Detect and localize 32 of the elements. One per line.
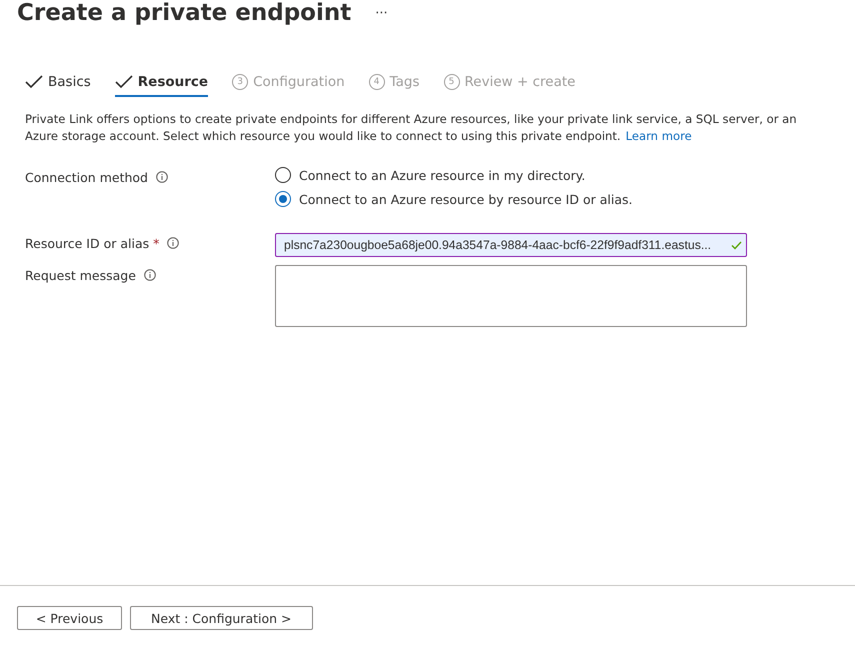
radio-label: Connect to an Azure resource in my directory. [299, 168, 586, 182]
more-options[interactable]: ··· [375, 6, 388, 20]
radio-label: Connect to an Azure resource by resource ID or alias. [299, 192, 632, 206]
wizard-tab[interactable]: Resource [114, 74, 208, 97]
tab-label: Basics [48, 74, 91, 90]
tab-label: Tags [390, 74, 420, 90]
page-title: Create a private endpoint [17, 0, 352, 26]
learn-more-link[interactable]: Learn more [626, 129, 692, 143]
step-number: 5 [444, 74, 460, 90]
field-label: Request message [25, 268, 136, 282]
tab-label: Resource [138, 74, 208, 90]
info-icon [156, 171, 168, 183]
step-number: 3 [232, 74, 248, 90]
wizard-tab[interactable]: Basics [25, 74, 91, 97]
checkmark-icon [114, 75, 133, 89]
info-icon [144, 269, 156, 281]
info-icon [167, 237, 180, 249]
checkmark-icon [25, 75, 43, 89]
field-label: Resource ID or alias [25, 236, 150, 250]
radio-button[interactable] [275, 191, 291, 207]
request-message-field[interactable] [275, 265, 747, 327]
field-label: Connection method [25, 170, 148, 184]
description-text: Private Link offers options to create private endpoints for different Azure resources, like your private link service, a SQL server, or an Azure storage account. Select which resource you would like to connect to using this private endpoint. Learn more [25, 111, 798, 145]
resource-id-field[interactable]: plsnc7a230ougboe5a68je00.94a3547a-9884-4aac-bcf6-22f9f9adf311.eastus... [275, 233, 747, 257]
tab-label: Configuration [253, 74, 345, 90]
required-asterisk: * [153, 236, 160, 250]
step-number: 4 [368, 74, 385, 90]
tab-label: Review + create [464, 74, 576, 90]
next-button[interactable]: Next : Configuration > [130, 606, 312, 630]
checkmark-icon [731, 240, 742, 250]
previous-button[interactable]: < Previous [17, 606, 122, 630]
radio-button[interactable] [275, 167, 291, 183]
